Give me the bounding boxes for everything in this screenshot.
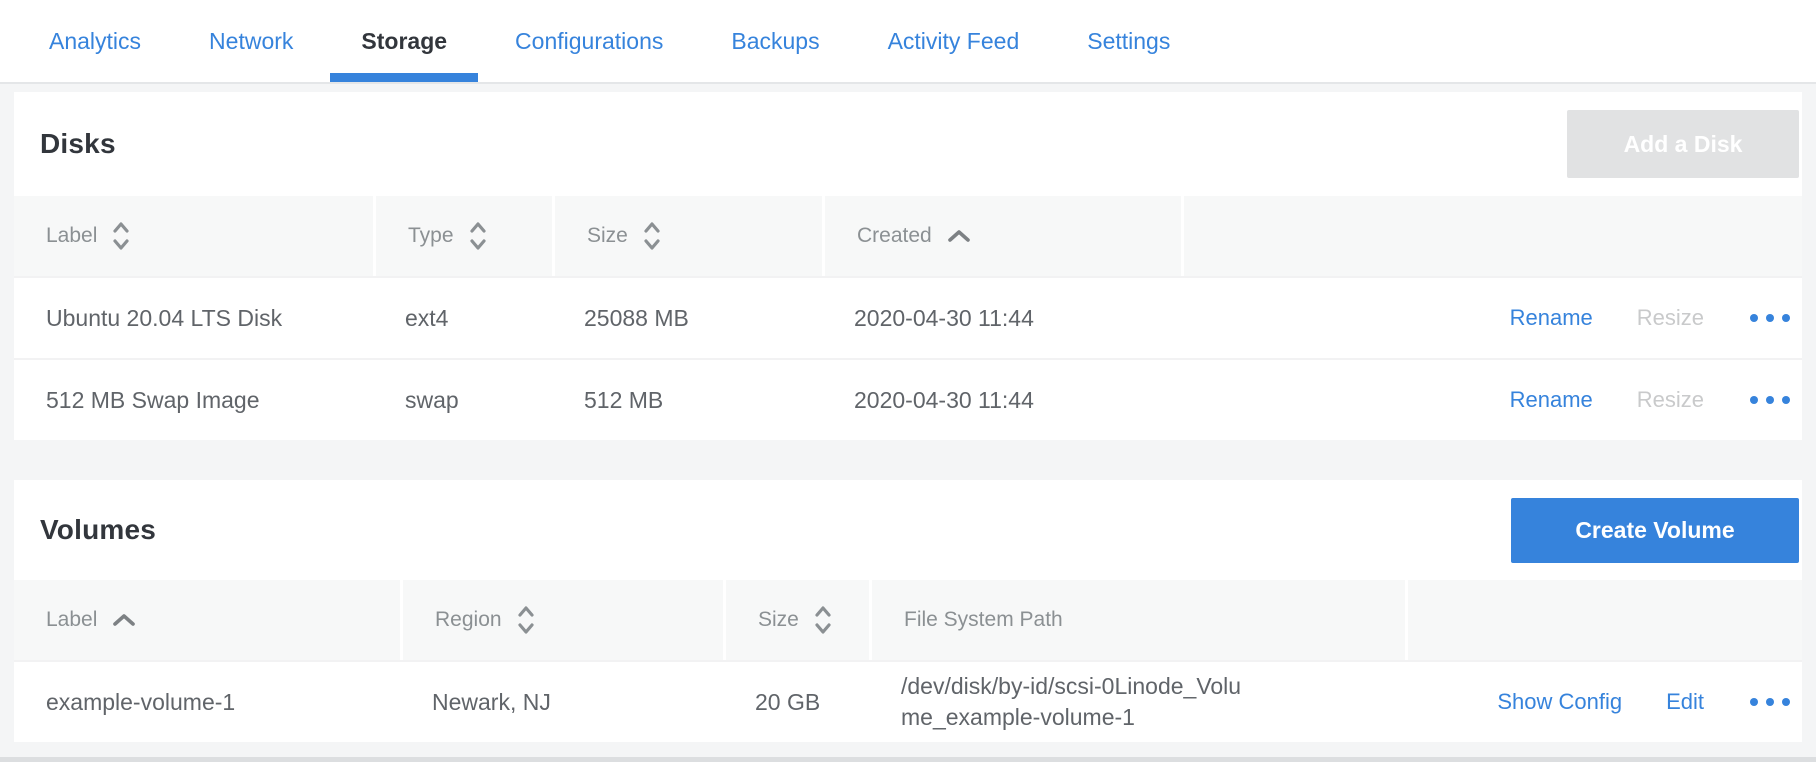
sort-both-icon: [515, 602, 537, 638]
volumes-title: Volumes: [40, 514, 156, 546]
volume-region: Newark, NJ: [400, 689, 723, 716]
disks-sort-type[interactable]: Type: [373, 196, 552, 276]
volumes-header: Volumes Create Volume: [14, 480, 1802, 580]
tab-activity-feed[interactable]: Activity Feed: [857, 0, 1051, 82]
add-a-disk-button[interactable]: Add a Disk: [1567, 110, 1799, 178]
column-label: Type: [408, 224, 454, 248]
tab-settings[interactable]: Settings: [1056, 0, 1201, 82]
disk-size: 512 MB: [552, 387, 822, 414]
volume-file-system-path: /dev/disk/by-id/scsi-0Linode_Volume_exam…: [869, 671, 1405, 733]
volumes-column-path: File System Path: [869, 580, 1405, 660]
tab-bar: Analytics Network Storage Configurations…: [0, 0, 1816, 84]
sort-both-icon: [467, 218, 489, 254]
disk-row-ubuntu: Ubuntu 20.04 LTS Disk ext4 25088 MB 2020…: [14, 276, 1802, 358]
volume-row-example: example-volume-1 Newark, NJ 20 GB /dev/d…: [14, 660, 1802, 742]
volume-size: 20 GB: [723, 689, 869, 716]
rename-link[interactable]: Rename: [1510, 305, 1593, 331]
tab-analytics[interactable]: Analytics: [18, 0, 172, 82]
column-label: Size: [587, 224, 628, 248]
disk-type: ext4: [373, 305, 552, 332]
sort-both-icon: [641, 218, 663, 254]
disks-sort-created[interactable]: Created: [822, 196, 1181, 276]
sort-both-icon: [110, 218, 132, 254]
disk-row-swap: 512 MB Swap Image swap 512 MB 2020-04-30…: [14, 358, 1802, 440]
tab-backups[interactable]: Backups: [700, 0, 850, 82]
disk-label: Ubuntu 20.04 LTS Disk: [14, 305, 373, 332]
disk-created: 2020-04-30 11:44: [822, 387, 1181, 414]
column-label: Size: [758, 608, 799, 632]
viewport-bottom-edge: [0, 757, 1816, 762]
volumes-sort-label[interactable]: Label: [14, 580, 400, 660]
disk-type: swap: [373, 387, 552, 414]
edit-link[interactable]: Edit: [1666, 689, 1704, 715]
volumes-sort-size[interactable]: Size: [723, 580, 869, 660]
column-label: Label: [46, 224, 97, 248]
disk-row-actions: Rename Resize: [1181, 305, 1802, 331]
tab-network[interactable]: Network: [178, 0, 324, 82]
column-label: Label: [46, 608, 97, 632]
tab-configurations[interactable]: Configurations: [484, 0, 694, 82]
resize-link[interactable]: Resize: [1637, 387, 1704, 413]
volumes-sort-region[interactable]: Region: [400, 580, 723, 660]
create-volume-button[interactable]: Create Volume: [1511, 498, 1799, 563]
disks-sort-label[interactable]: Label: [14, 196, 373, 276]
volume-row-actions: Show Config Edit: [1405, 689, 1802, 715]
ellipsis-menu-icon[interactable]: [1748, 390, 1792, 410]
ellipsis-menu-icon[interactable]: [1748, 692, 1792, 712]
show-config-link[interactable]: Show Config: [1497, 689, 1622, 715]
column-label: File System Path: [904, 608, 1063, 632]
disk-size: 25088 MB: [552, 305, 822, 332]
disks-header: Disks Add a Disk: [14, 92, 1802, 196]
column-label: Created: [857, 224, 932, 248]
resize-link[interactable]: Resize: [1637, 305, 1704, 331]
disk-created: 2020-04-30 11:44: [822, 305, 1181, 332]
sort-asc-icon: [945, 228, 973, 244]
disks-panel: Disks Add a Disk Label Type Size Created: [14, 92, 1802, 440]
sort-asc-icon: [110, 612, 138, 628]
ellipsis-menu-icon[interactable]: [1748, 308, 1792, 328]
disks-table-header: Label Type Size Created: [14, 196, 1802, 276]
disks-actions-header: [1181, 196, 1802, 276]
volumes-panel: Volumes Create Volume Label Region Size …: [14, 480, 1802, 742]
disk-label: 512 MB Swap Image: [14, 387, 373, 414]
volumes-actions-header: [1405, 580, 1802, 660]
volumes-table-header: Label Region Size File System Path: [14, 580, 1802, 660]
column-label: Region: [435, 608, 502, 632]
disks-sort-size[interactable]: Size: [552, 196, 822, 276]
volume-label: example-volume-1: [14, 689, 400, 716]
sort-both-icon: [812, 602, 834, 638]
disk-row-actions: Rename Resize: [1181, 387, 1802, 413]
disks-title: Disks: [40, 128, 116, 160]
tab-storage[interactable]: Storage: [330, 0, 478, 82]
rename-link[interactable]: Rename: [1510, 387, 1593, 413]
